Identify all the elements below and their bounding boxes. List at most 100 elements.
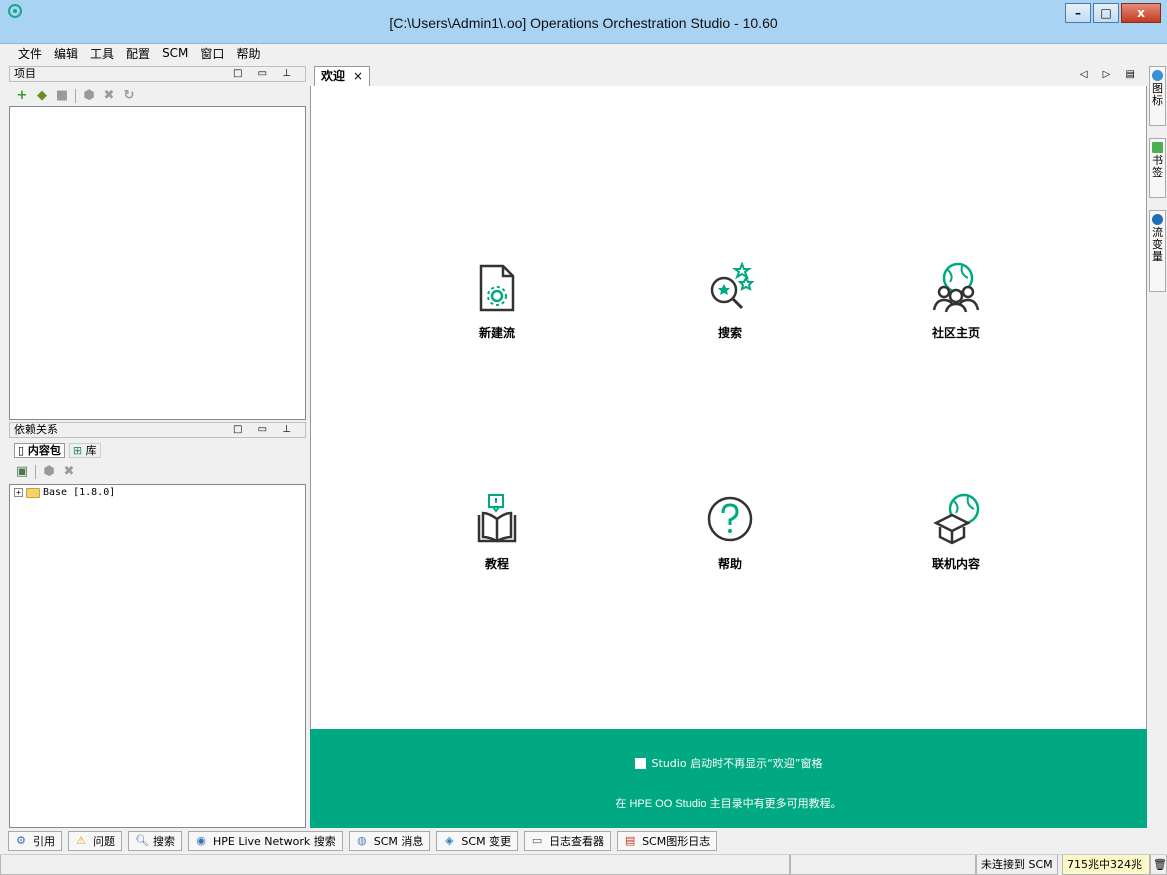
close-button[interactable]: x bbox=[1121, 3, 1161, 23]
tab-search[interactable]: 🔍︎ 搜索 bbox=[128, 831, 182, 851]
tile-community-label: 社区主页 bbox=[931, 326, 980, 340]
title-bar: [C:\Users\Admin1\.oo] Operations Orchest… bbox=[0, 0, 1167, 44]
tile-community[interactable]: 社区主页 bbox=[896, 262, 1016, 341]
status-message bbox=[0, 855, 790, 875]
tile-help[interactable]: 帮助 bbox=[670, 493, 790, 572]
menu-config[interactable]: 配置 bbox=[126, 45, 150, 62]
tab-content-packs[interactable]: ▯ 内容包 bbox=[14, 443, 65, 458]
dependencies-toolbar: ▣ ⬢ ✖ bbox=[9, 462, 306, 482]
tab-navigation[interactable]: ◁ ▷ ▤ bbox=[1080, 69, 1141, 80]
tile-new-flow[interactable]: 新建流 bbox=[437, 262, 557, 341]
tree-item-label: Base [1.8.0] bbox=[43, 487, 116, 498]
window-controls: – □ x bbox=[1065, 3, 1161, 23]
import-icon[interactable]: ◆ bbox=[35, 89, 49, 103]
editor-tab-strip: 欢迎 × ◁ ▷ ▤ bbox=[310, 66, 1147, 86]
log-viewer-icon: ▭ bbox=[531, 834, 543, 847]
library-tree-icon: ⊞ bbox=[72, 444, 83, 457]
tile-online-content[interactable]: 联机内容 bbox=[896, 493, 1016, 572]
library-icon[interactable]: ■ bbox=[55, 89, 69, 103]
right-rail: 图标 书签 流变量 bbox=[1148, 66, 1167, 828]
references-icon: ⚙ bbox=[16, 834, 26, 847]
menu-edit[interactable]: 编辑 bbox=[54, 45, 78, 62]
tutorial-hint: 在 HPE OO Studio 主目录中有更多可用教程。 bbox=[615, 798, 842, 810]
rail-icons-label: 图标 bbox=[1152, 82, 1163, 107]
dependencies-subtabs: ▯ 内容包 ⊞ 库 bbox=[14, 443, 101, 458]
hexagon-icon[interactable]: ⬢ bbox=[82, 89, 96, 103]
new-flow-icon bbox=[479, 264, 515, 312]
tab-scm-changes-label: SCM 变更 bbox=[461, 835, 512, 848]
tab-scm-changes[interactable]: ◈ SCM 变更 bbox=[436, 831, 519, 851]
dependencies-tree[interactable]: + Base [1.8.0] bbox=[9, 484, 306, 828]
projects-panel-title: 项目 bbox=[14, 67, 36, 80]
rail-flow-variables[interactable]: 流变量 bbox=[1149, 210, 1166, 292]
projects-panel-controls[interactable]: □ ▭ ⊥ bbox=[233, 67, 297, 81]
network-search-icon: ◉ bbox=[196, 834, 206, 847]
tab-hpe-live-network-search-label: HPE Live Network 搜索 bbox=[213, 835, 336, 848]
tab-scm-graph-log[interactable]: ▤ SCM图形日志 bbox=[617, 831, 718, 851]
expand-icon[interactable]: + bbox=[14, 488, 23, 497]
bookmark-icon bbox=[1152, 142, 1163, 153]
tile-search[interactable]: 搜索 bbox=[670, 262, 790, 341]
projects-panel-header: 项目 □ ▭ ⊥ bbox=[9, 66, 306, 82]
tab-log-viewer[interactable]: ▭ 日志查看器 bbox=[524, 831, 612, 851]
maximize-button[interactable]: □ bbox=[1093, 3, 1119, 23]
new-dependency-icon[interactable]: ▣ bbox=[15, 465, 29, 479]
menu-scm[interactable]: SCM bbox=[162, 46, 188, 60]
trash-icon[interactable]: 🗑︎ bbox=[1150, 855, 1167, 875]
folder-icon bbox=[26, 487, 40, 498]
menu-file[interactable]: 文件 bbox=[18, 45, 42, 62]
tab-log-viewer-label: 日志查看器 bbox=[549, 835, 605, 848]
status-bar: 未连接到 SCM 715兆中324兆 🗑︎ bbox=[0, 854, 1167, 875]
tab-libraries[interactable]: ⊞ 库 bbox=[68, 443, 101, 458]
projects-tree[interactable] bbox=[9, 106, 306, 420]
search-icon: 🔍︎ bbox=[135, 834, 149, 847]
memory-status[interactable]: 715兆中324兆 bbox=[1062, 855, 1150, 875]
tile-tutorial[interactable]: 教程 bbox=[437, 493, 557, 572]
menu-window[interactable]: 窗口 bbox=[200, 45, 224, 62]
tab-references[interactable]: ⚙ 引用 bbox=[8, 831, 62, 851]
tile-new-flow-label: 新建流 bbox=[478, 326, 515, 340]
dependencies-panel-header: 依赖关系 □ ▭ ⊥ bbox=[9, 422, 306, 438]
flow-variables-icon bbox=[1152, 214, 1163, 225]
tab-problems[interactable]: ⚠ 问题 bbox=[68, 831, 122, 851]
dependencies-panel-controls[interactable]: □ ▭ ⊥ bbox=[233, 423, 297, 437]
tab-references-label: 引用 bbox=[33, 835, 55, 848]
toolbar-separator bbox=[35, 465, 36, 479]
rail-bookmarks[interactable]: 书签 bbox=[1149, 138, 1166, 198]
hide-welcome-option[interactable]: Studio 启动时不再显示“欢迎”窗格 bbox=[310, 755, 1147, 771]
toolbar-separator bbox=[75, 89, 76, 103]
community-icon bbox=[932, 262, 980, 313]
scm-graph-icon: ▤ bbox=[624, 834, 636, 847]
delete-icon[interactable]: ✖ bbox=[102, 89, 116, 103]
tile-help-label: 帮助 bbox=[717, 557, 742, 571]
refresh-icon[interactable]: ↻ bbox=[122, 89, 136, 103]
menu-bar: 文件 编辑 工具 配置 SCM 窗口 帮助 bbox=[0, 44, 1167, 62]
hexagon-icon[interactable]: ⬢ bbox=[42, 465, 56, 479]
bottom-tool-tabs: ⚙ 引用 ⚠ 问题 🔍︎ 搜索 ◉ HPE Live Network 搜索 ◍ SCM 消… bbox=[0, 830, 1167, 852]
minimize-button[interactable]: – bbox=[1065, 3, 1091, 23]
add-icon[interactable]: + bbox=[15, 89, 29, 103]
delete-icon[interactable]: ✖ bbox=[62, 465, 76, 479]
warning-icon: ⚠ bbox=[76, 834, 86, 847]
hide-welcome-checkbox[interactable] bbox=[634, 757, 646, 769]
tree-item[interactable]: + Base [1.8.0] bbox=[14, 487, 115, 498]
tab-scm-messages-label: SCM 消息 bbox=[373, 835, 424, 848]
menu-help[interactable]: 帮助 bbox=[236, 45, 260, 62]
tab-problems-label: 问题 bbox=[93, 835, 115, 848]
close-tab-icon[interactable]: × bbox=[353, 69, 363, 83]
tab-hpe-live-network-search[interactable]: ◉ HPE Live Network 搜索 bbox=[188, 831, 343, 851]
menu-tools[interactable]: 工具 bbox=[90, 45, 114, 62]
rail-icons[interactable]: 图标 bbox=[1149, 66, 1166, 126]
tab-content-packs-label: 内容包 bbox=[27, 444, 61, 457]
tab-scm-messages[interactable]: ◍ SCM 消息 bbox=[348, 831, 431, 851]
window-title: [C:\Users\Admin1\.oo] Operations Orchest… bbox=[389, 15, 778, 31]
icons-icon bbox=[1152, 70, 1163, 81]
dependencies-panel-title: 依赖关系 bbox=[14, 423, 58, 436]
tab-welcome-label: 欢迎 bbox=[321, 69, 346, 83]
scm-changes-icon: ◈ bbox=[445, 834, 454, 847]
welcome-page: 新建流 搜索 社区主页 教程 帮助 联机内容 bbox=[310, 86, 1147, 729]
scm-status: 未连接到 SCM bbox=[976, 855, 1058, 875]
tab-welcome[interactable]: 欢迎 × bbox=[314, 66, 371, 86]
tutorial-book-icon bbox=[477, 494, 517, 543]
welcome-footer: Studio 启动时不再显示“欢迎”窗格 在 HPE OO Studio 主目录… bbox=[310, 729, 1147, 828]
